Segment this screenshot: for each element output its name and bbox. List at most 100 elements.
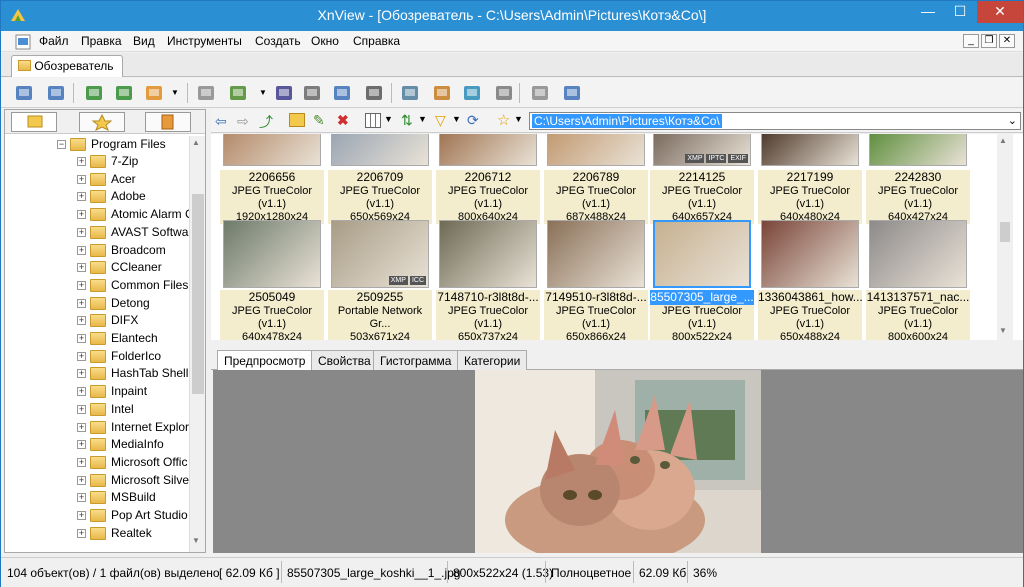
expand-icon[interactable]: +	[77, 227, 86, 237]
menu-edit[interactable]: Правка	[81, 34, 122, 48]
expand-icon[interactable]: +	[77, 493, 86, 503]
tab-histogram[interactable]: Гистограмма	[373, 350, 459, 370]
find-icon[interactable]	[273, 82, 295, 104]
tree-node-label: Elantech	[111, 331, 158, 345]
fullscreen-icon[interactable]	[45, 82, 67, 104]
filter-icon[interactable]: ▽	[435, 112, 446, 129]
tab-properties[interactable]: Свойства	[311, 350, 378, 370]
expand-icon[interactable]: +	[77, 404, 86, 414]
export-icon[interactable]	[227, 82, 249, 104]
tree-scrollbar[interactable]: ▲ ▼	[189, 136, 205, 552]
thumbs-scroll-down-icon[interactable]: ▼	[999, 326, 1007, 335]
tab-browser[interactable]: Обозреватель	[11, 55, 123, 77]
menu-view[interactable]: Вид	[133, 34, 155, 48]
back-arrow-icon[interactable]: ⇦	[215, 113, 227, 130]
preview-pane[interactable]	[213, 370, 1023, 553]
thumbnail-type: JPEG TrueColor (v1.1)	[769, 185, 851, 210]
folder-tree[interactable]: − Program Files +7-Zip + Acer + Adobe + Atomic A…	[5, 136, 189, 552]
path-dropdown-chevron-icon[interactable]: ⌄	[1008, 114, 1017, 127]
scroll-up-arrow-icon[interactable]: ▲	[192, 138, 203, 150]
expand-icon[interactable]: +	[77, 263, 86, 273]
expand-icon[interactable]: +	[77, 157, 86, 166]
close-button[interactable]: ✕	[977, 1, 1023, 23]
menu-window[interactable]: Окно	[311, 34, 339, 48]
sync-icon[interactable]: ⟳	[467, 112, 479, 129]
tab-favorites[interactable]	[79, 112, 125, 132]
expand-icon[interactable]: +	[77, 280, 86, 290]
tab-categories[interactable]	[145, 112, 191, 132]
mdi-close-button[interactable]: ✕	[999, 34, 1015, 48]
copy-icon[interactable]	[195, 82, 217, 104]
favorites-dropdown-icon[interactable]: ▼	[514, 114, 523, 124]
thumbnail-caption: 7148710-r3l8t8d-... JPEG TrueColor (v1.1)…	[436, 290, 540, 340]
expand-icon[interactable]: +	[77, 422, 86, 432]
view-mode-icon[interactable]	[365, 113, 381, 128]
calendar-icon[interactable]	[493, 82, 515, 104]
expand-icon[interactable]: +	[77, 316, 86, 326]
thumbs-scroll-up-icon[interactable]: ▲	[999, 136, 1007, 145]
thumbs-scrollbar[interactable]: ▲ ▼	[997, 134, 1013, 340]
mdi-restore-button[interactable]: ❐	[981, 34, 997, 48]
rotate-icon[interactable]	[113, 82, 135, 104]
expand-icon[interactable]: +	[77, 210, 86, 220]
expand-icon[interactable]: +	[77, 174, 86, 184]
toolbar-dropdown-arrow-icon[interactable]: ▼	[171, 88, 179, 97]
menu-tools[interactable]: Инструменты	[167, 34, 242, 48]
thumbnail-image: XMP ICC	[331, 220, 429, 288]
expand-icon[interactable]: +	[77, 457, 86, 467]
open-icon[interactable]	[13, 82, 35, 104]
doc-icon[interactable]	[15, 34, 31, 50]
rename-icon[interactable]: ✎	[313, 112, 325, 129]
expand-icon[interactable]: +	[77, 245, 86, 255]
scroll-down-arrow-icon[interactable]: ▼	[192, 536, 203, 548]
new-folder-icon[interactable]	[289, 113, 305, 127]
expand-icon[interactable]: +	[77, 387, 86, 397]
web-icon[interactable]	[431, 82, 453, 104]
sort-dropdown-icon[interactable]: ▼	[418, 114, 427, 124]
toolbar-dropdown-arrow-icon[interactable]: ▼	[259, 88, 267, 97]
slideshow-icon[interactable]	[363, 82, 385, 104]
filter-dropdown-icon[interactable]: ▼	[452, 114, 461, 124]
expand-icon[interactable]: +	[77, 440, 86, 450]
capture-icon[interactable]	[399, 82, 421, 104]
tab-categories-info[interactable]: Категории	[457, 350, 528, 370]
print-icon[interactable]	[301, 82, 323, 104]
expand-icon[interactable]: +	[77, 475, 86, 485]
scanner-icon[interactable]	[331, 82, 353, 104]
expand-icon[interactable]: +	[77, 511, 86, 520]
mdi-minimize-button[interactable]: _	[963, 34, 979, 48]
collapse-icon[interactable]: −	[57, 140, 66, 149]
delete-icon[interactable]: ✖	[337, 112, 349, 129]
title-bar[interactable]: XnView - [Обозреватель - C:\Users\Admin\…	[1, 1, 1023, 31]
expand-icon[interactable]: +	[77, 351, 86, 361]
tab-preview[interactable]: Предпросмотр	[217, 350, 313, 371]
expand-icon[interactable]: +	[77, 528, 86, 538]
expand-icon[interactable]: +	[77, 334, 86, 343]
expand-icon[interactable]: +	[77, 298, 86, 308]
minimize-button[interactable]: —	[913, 1, 943, 23]
menu-create[interactable]: Создать	[255, 34, 301, 48]
menu-file[interactable]: Файл	[39, 34, 69, 48]
sort-icon[interactable]: ⇅	[401, 112, 413, 129]
path-input[interactable]: C:\Users\Admin\Pictures\Котэ&Co\ ⌄	[529, 112, 1021, 130]
tree-scroll-thumb[interactable]	[192, 194, 204, 394]
thumbnail-name: 2509255	[356, 290, 404, 304]
view-mode-dropdown-icon[interactable]: ▼	[384, 114, 393, 124]
preview-tabs: Предпросмотр Свойства Гистограмма Катего…	[211, 348, 1023, 371]
favorites-star-icon[interactable]: ☆	[497, 111, 510, 129]
maximize-button[interactable]: ☐	[945, 1, 975, 23]
expand-icon[interactable]: +	[77, 369, 86, 379]
tab-folders[interactable]	[11, 112, 57, 132]
expand-icon[interactable]: +	[77, 192, 86, 202]
folder-icon	[90, 402, 106, 416]
info-icon[interactable]	[561, 82, 583, 104]
forward-arrow-icon[interactable]: ⇨	[237, 113, 249, 130]
thumbs-scroll-thumb[interactable]	[1000, 222, 1010, 242]
import-icon[interactable]	[143, 82, 165, 104]
thumbnail-caption: 85507305_large_... JPEG TrueColor (v1.1) 8…	[650, 290, 754, 340]
settings-icon[interactable]	[529, 82, 551, 104]
refresh-icon[interactable]	[83, 82, 105, 104]
globe-icon[interactable]	[461, 82, 483, 104]
up-folder-icon[interactable]: ⤴	[259, 112, 273, 132]
menu-help[interactable]: Справка	[353, 34, 400, 48]
